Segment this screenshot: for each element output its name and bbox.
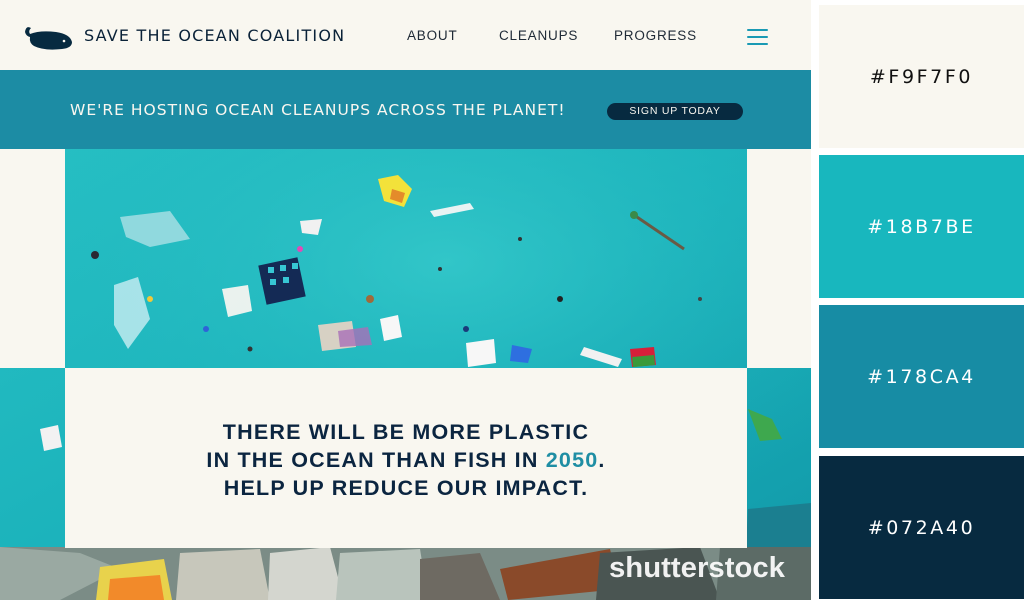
website-mockup: SAVE THE OCEAN COALITION ABOUT CLEANUPS … <box>0 0 811 600</box>
shutterstock-watermark: shutterstock <box>609 552 786 584</box>
nav-link-progress[interactable]: PROGRESS <box>614 28 697 43</box>
top-navigation: SAVE THE OCEAN COALITION ABOUT CLEANUPS … <box>0 0 811 70</box>
stat-line-2: IN THE OCEAN THAN FISH IN 2050. <box>65 446 747 474</box>
stat-year: 2050 <box>545 448 599 472</box>
brand-name[interactable]: SAVE THE OCEAN COALITION <box>84 26 345 45</box>
sign-up-button[interactable]: SIGN UP TODAY <box>607 103 743 120</box>
stat-line-1: THERE WILL BE MORE PLASTIC <box>222 420 590 444</box>
nav-link-about[interactable]: ABOUT <box>407 28 458 43</box>
stat-line-2-text: IN THE OCEAN THAN FISH IN <box>206 448 546 472</box>
cream-panel-left <box>0 149 65 368</box>
palette-swatch-4: #072A40 <box>819 456 1024 599</box>
stat-line-2-end: . <box>598 448 606 472</box>
hamburger-menu-icon[interactable] <box>747 27 768 45</box>
stat-line-3: HELP UP REDUCE OUR IMPACT. <box>223 476 589 500</box>
stat-message: THERE WILL BE MORE PLASTIC IN THE OCEAN … <box>65 418 747 502</box>
palette-swatch-1: #F9F7F0 <box>819 5 1024 148</box>
nav-link-cleanups[interactable]: CLEANUPS <box>499 28 578 43</box>
watermark-text: shutterstock <box>609 552 786 584</box>
swatch-hex-3: #178CA4 <box>867 365 976 388</box>
palette-swatch-3: #178CA4 <box>819 305 1024 448</box>
whale-logo-icon[interactable] <box>22 22 74 52</box>
stat-card: THERE WILL BE MORE PLASTIC IN THE OCEAN … <box>65 368 747 548</box>
banner-text: WE'RE HOSTING OCEAN CLEANUPS ACROSS THE … <box>70 101 566 119</box>
cream-panel-right <box>747 149 811 368</box>
swatch-hex-2: #18B7BE <box>867 215 976 238</box>
palette-swatch-2: #18B7BE <box>819 155 1024 298</box>
swatch-hex-4: #072A40 <box>867 516 976 539</box>
swatch-hex-1: #F9F7F0 <box>869 65 974 88</box>
